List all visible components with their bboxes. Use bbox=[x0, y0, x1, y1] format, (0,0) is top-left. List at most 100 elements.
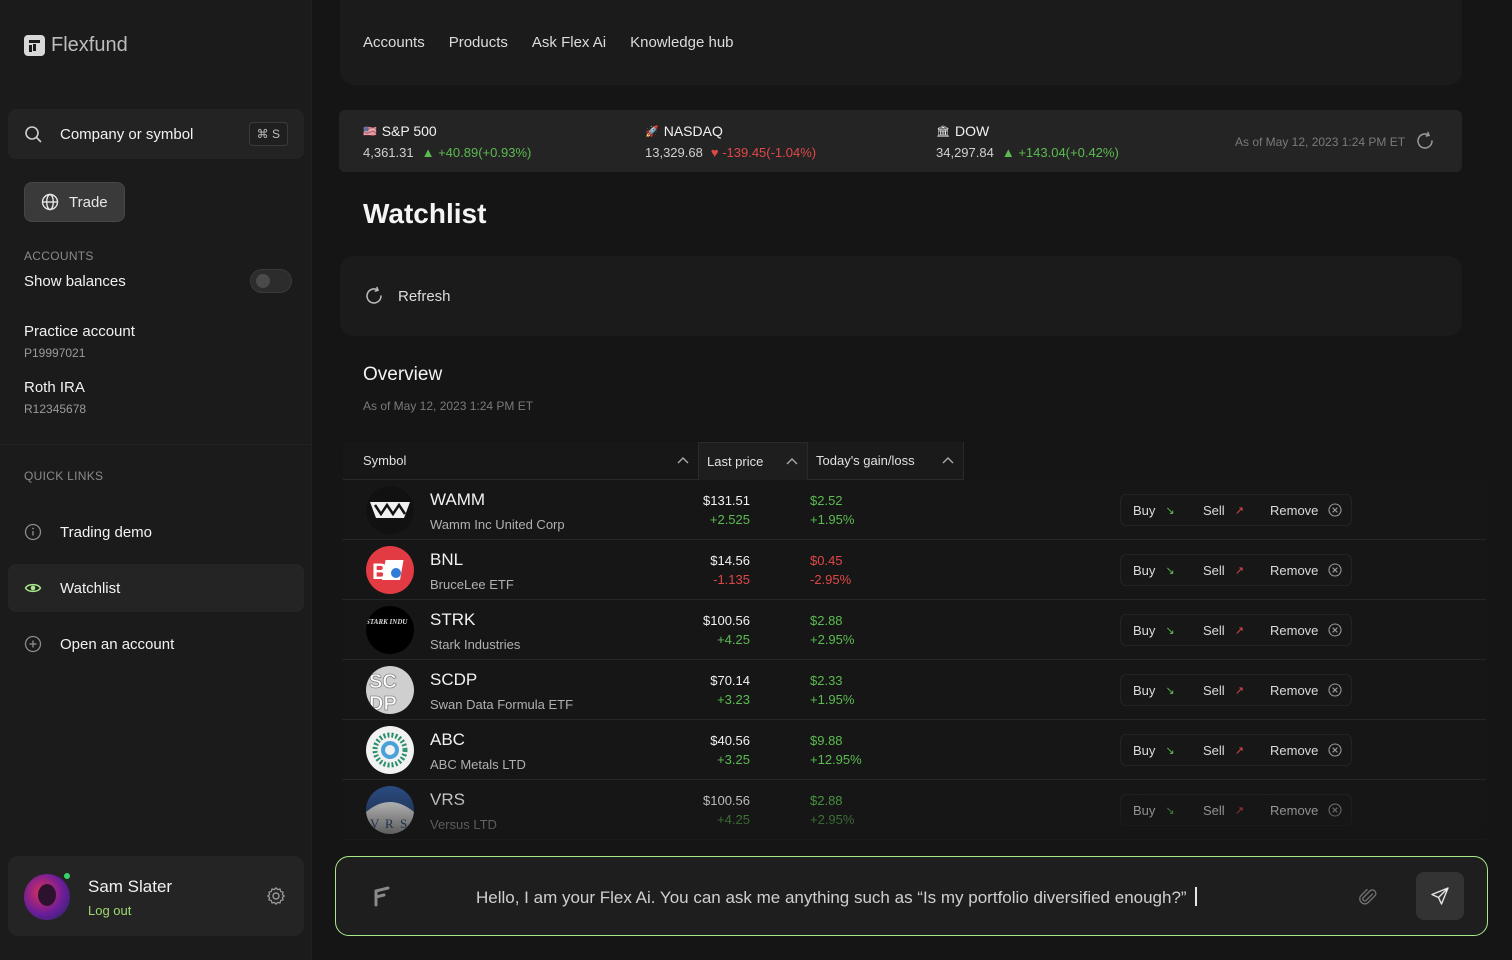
trade-button[interactable]: Trade bbox=[24, 182, 125, 222]
sidebar-item-trading-demo[interactable]: Trading demo bbox=[8, 508, 304, 556]
sell-button[interactable]: Sell ↗ bbox=[1203, 503, 1270, 518]
app-root: Flexfund Company or symbol ⌘ S Trade ACC… bbox=[0, 0, 1512, 960]
row-gain-percent: +1.95% bbox=[810, 692, 855, 707]
row-symbol[interactable]: VRS bbox=[430, 790, 465, 810]
table-row[interactable]: SC DP SCDP Swan Data Formula ETF $70.14 +… bbox=[342, 660, 1486, 720]
brand-name: Flexfund bbox=[51, 34, 128, 56]
sell-button[interactable]: Sell ↗ bbox=[1203, 563, 1270, 578]
search-input[interactable]: Company or symbol ⌘ S bbox=[8, 109, 304, 159]
quick-links-heading: QUICK LINKS bbox=[24, 469, 104, 483]
row-gain-percent: +12.95% bbox=[810, 752, 862, 767]
sidebar-item-label: Open an account bbox=[60, 635, 175, 653]
row-symbol[interactable]: SCDP bbox=[430, 670, 477, 690]
refresh-button[interactable]: Refresh bbox=[398, 288, 451, 305]
row-last-price: $100.56 bbox=[703, 793, 750, 808]
remove-button[interactable]: Remove bbox=[1270, 683, 1342, 698]
nav-link-accounts[interactable]: Accounts bbox=[363, 34, 425, 51]
sidebar-item-watchlist[interactable]: Watchlist bbox=[8, 564, 304, 612]
flex-ai-chat-input[interactable]: Hello, I am your Flex Ai. You can ask me… bbox=[335, 856, 1488, 936]
buy-button[interactable]: Buy ↘ bbox=[1133, 743, 1203, 758]
row-symbol[interactable]: WAMM bbox=[430, 490, 485, 510]
show-balances-toggle[interactable] bbox=[250, 269, 292, 293]
remove-button[interactable]: Remove bbox=[1270, 803, 1342, 818]
sell-button[interactable]: Sell ↗ bbox=[1203, 743, 1270, 758]
table-row[interactable]: WAMM Wamm Inc United Corp $131.51 +2.525… bbox=[342, 480, 1486, 540]
row-gain-value: $0.45 bbox=[810, 553, 843, 568]
table-row[interactable]: B BNL BruceLee ETF $14.56 -1.135 $0.45 -… bbox=[342, 540, 1486, 600]
row-company-name: Stark Industries bbox=[430, 637, 521, 652]
row-symbol[interactable]: STRK bbox=[430, 610, 475, 630]
row-symbol[interactable]: ABC bbox=[430, 730, 465, 750]
ticker-dow[interactable]: 🏛 DOW 34,297.84 ▲ +143.04(+0.42%) bbox=[936, 123, 1119, 160]
row-price-change: +4.25 bbox=[717, 812, 750, 827]
nav-link-knowledge-hub[interactable]: Knowledge hub bbox=[630, 34, 733, 51]
refresh-icon[interactable] bbox=[364, 286, 384, 306]
refresh-bar: Refresh bbox=[340, 256, 1462, 336]
table-row[interactable]: ABC ABC Metals LTD $40.56 +3.25 $9.88 +1… bbox=[342, 720, 1486, 780]
text-caret bbox=[1194, 887, 1197, 906]
table-row[interactable]: VRS VRS Versus LTD $100.56 +4.25 $2.88 +… bbox=[342, 780, 1486, 840]
send-button[interactable] bbox=[1416, 872, 1464, 920]
remove-button[interactable]: Remove bbox=[1270, 623, 1342, 638]
sidebar-item-open-account[interactable]: Open an account bbox=[8, 620, 304, 668]
nav-link-products[interactable]: Products bbox=[449, 34, 508, 51]
flexfund-logo-icon bbox=[24, 35, 45, 56]
gear-icon[interactable] bbox=[266, 886, 286, 906]
account-roth-ira[interactable]: Roth IRA R12345678 bbox=[24, 379, 86, 416]
ticker-sp500[interactable]: 🇺🇸 S&P 500 4,361.31 ▲ +40.89(+0.93%) bbox=[363, 123, 531, 160]
sell-button[interactable]: Sell ↗ bbox=[1203, 803, 1270, 818]
row-price-change: +3.25 bbox=[717, 752, 750, 767]
row-last-price: $70.14 bbox=[710, 673, 750, 688]
brand-logo[interactable]: Flexfund bbox=[24, 34, 128, 57]
nav-link-ask-flex-ai[interactable]: Ask Flex Ai bbox=[532, 34, 606, 51]
row-actions: Buy ↘ Sell ↗ Remove bbox=[1120, 554, 1352, 586]
paperclip-icon[interactable] bbox=[1358, 887, 1378, 907]
svg-text:SC: SC bbox=[369, 671, 397, 693]
arrow-down-right-icon: ↘ bbox=[1165, 624, 1175, 637]
row-symbol[interactable]: BNL bbox=[430, 550, 463, 570]
row-company-name: Versus LTD bbox=[430, 817, 497, 832]
column-header-gain-loss[interactable]: Today's gain/loss bbox=[808, 442, 964, 480]
row-gain-percent: +2.95% bbox=[810, 812, 855, 827]
buy-button[interactable]: Buy ↘ bbox=[1133, 623, 1203, 638]
buy-button[interactable]: Buy ↘ bbox=[1133, 803, 1203, 818]
sell-button[interactable]: Sell ↗ bbox=[1203, 623, 1270, 638]
row-price-change: -1.135 bbox=[713, 572, 750, 587]
online-status-dot bbox=[62, 871, 72, 881]
row-actions: Buy ↘ Sell ↗ Remove bbox=[1120, 734, 1352, 766]
column-header-last-price[interactable]: Last price bbox=[698, 442, 808, 480]
sell-button[interactable]: Sell ↗ bbox=[1203, 683, 1270, 698]
buy-button[interactable]: Buy ↘ bbox=[1133, 503, 1203, 518]
refresh-icon[interactable] bbox=[1415, 131, 1435, 151]
close-circle-icon bbox=[1328, 623, 1342, 637]
ticker-value: 34,297.84 bbox=[936, 145, 994, 160]
buy-button[interactable]: Buy ↘ bbox=[1133, 563, 1203, 578]
ticker-change: ▲ +143.04(+0.42%) bbox=[1001, 145, 1119, 160]
remove-button[interactable]: Remove bbox=[1270, 743, 1342, 758]
chevron-up-icon bbox=[942, 456, 954, 463]
ticker-nasdaq[interactable]: 🚀 NASDAQ 13,329.68 ♥ -139.45(-1.04%) bbox=[645, 123, 816, 160]
logout-link[interactable]: Log out bbox=[88, 903, 131, 918]
close-circle-icon bbox=[1328, 563, 1342, 577]
avatar[interactable] bbox=[24, 874, 70, 920]
us-flag-icon: 🇺🇸 bbox=[363, 125, 377, 138]
svg-text:R: R bbox=[385, 816, 394, 831]
accounts-heading: ACCOUNTS bbox=[24, 249, 94, 263]
trade-button-label: Trade bbox=[69, 193, 108, 211]
row-gain-value: $2.88 bbox=[810, 793, 843, 808]
sidebar-divider bbox=[0, 444, 312, 445]
search-placeholder: Company or symbol bbox=[60, 125, 194, 143]
row-company-name: Swan Data Formula ETF bbox=[430, 697, 574, 712]
row-company-name: Wamm Inc United Corp bbox=[430, 517, 565, 532]
account-practice[interactable]: Practice account P19997021 bbox=[24, 323, 135, 360]
company-logo: STARK INDU bbox=[366, 606, 414, 654]
remove-button[interactable]: Remove bbox=[1270, 503, 1342, 518]
arrow-up-right-icon: ↗ bbox=[1234, 804, 1244, 817]
rocket-icon: 🚀 bbox=[645, 125, 659, 138]
arrow-down-right-icon: ↘ bbox=[1165, 504, 1175, 517]
remove-button[interactable]: Remove bbox=[1270, 563, 1342, 578]
buy-button[interactable]: Buy ↘ bbox=[1133, 683, 1203, 698]
column-header-symbol[interactable]: Symbol bbox=[343, 442, 698, 480]
table-row[interactable]: STARK INDU STRK Stark Industries $100.56… bbox=[342, 600, 1486, 660]
flex-ai-logo-icon bbox=[374, 886, 390, 907]
